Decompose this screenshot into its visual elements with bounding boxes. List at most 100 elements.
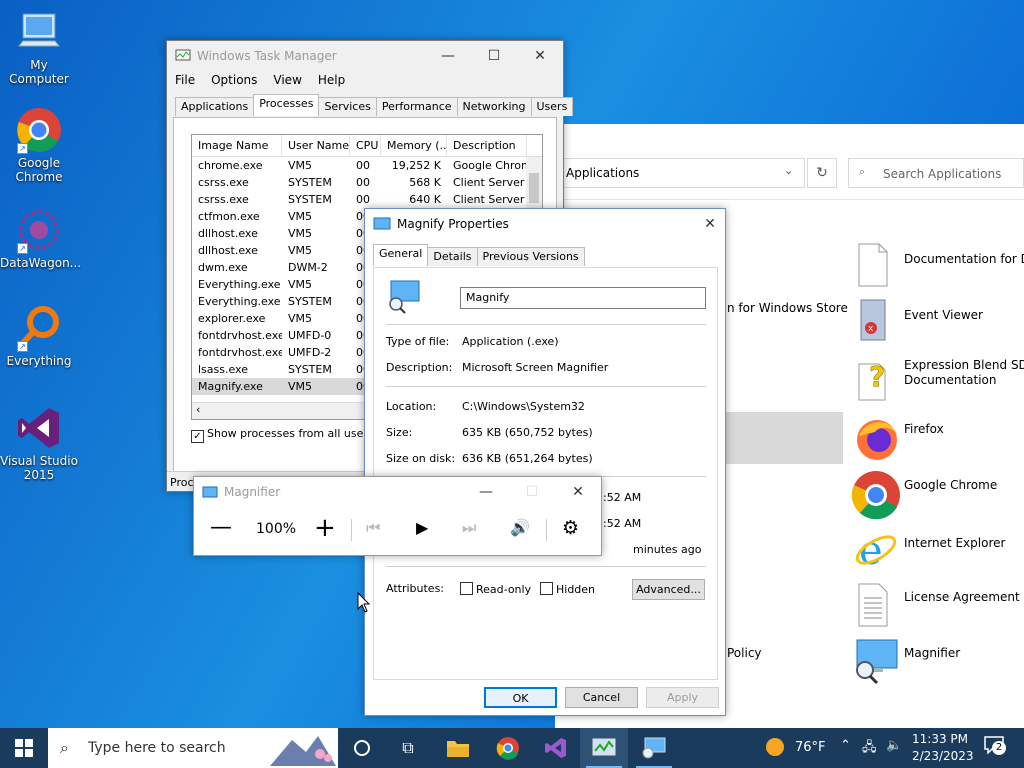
clock-time[interactable]: 11:33 PM: [912, 732, 968, 746]
start-button[interactable]: [0, 728, 48, 768]
address-bar[interactable]: Applications ⌄: [555, 158, 805, 188]
menu-view[interactable]: View: [273, 73, 301, 87]
minimize-button[interactable]: —: [463, 477, 509, 507]
shortcut-arrow-icon: ↗: [17, 143, 28, 154]
play-icon[interactable]: ▶: [416, 518, 428, 537]
column-user-name[interactable]: User Name: [282, 135, 350, 157]
weather-sun-icon[interactable]: [766, 738, 784, 756]
title-bar[interactable]: Magnifier — ☐ ✕: [194, 477, 601, 507]
created-time-value: :52 AM: [603, 491, 642, 504]
previous-icon[interactable]: ⏮: [366, 518, 380, 538]
clock-date[interactable]: 2/23/2023: [912, 749, 974, 763]
process-user-name: SYSTEM: [288, 363, 332, 376]
minimize-button[interactable]: —: [425, 41, 471, 71]
table-row[interactable]: csrss.exe SYSTEM 00 640 K Client Server R: [192, 191, 542, 208]
location-label: Location:: [386, 400, 437, 413]
zoom-in-button[interactable]: +: [314, 515, 336, 541]
maximize-button[interactable]: ☐: [509, 477, 555, 507]
tab-performance[interactable]: Performance: [375, 97, 458, 116]
list-item-label: Magnifier: [904, 646, 961, 660]
weather-temperature[interactable]: 76°F: [795, 740, 826, 755]
close-button[interactable]: ✕: [517, 41, 563, 71]
desktop-icon-label: Everything: [6, 354, 72, 368]
column-cpu[interactable]: CPU: [350, 135, 381, 157]
taskbar-task-manager[interactable]: [580, 728, 628, 768]
taskbar: ⌕ Type here to search ⧉ 76°F ⌃ 🖧 🔈 11:33…: [0, 728, 1024, 768]
taskbar-chrome[interactable]: [484, 728, 532, 768]
accessed-time-value: minutes ago: [633, 543, 702, 556]
tab-services[interactable]: Services: [318, 97, 377, 116]
title-bar[interactable]: Windows Task Manager — ☐ ✕: [167, 41, 563, 71]
notification-count-badge: 2: [992, 741, 1006, 755]
size-label: Size:: [386, 426, 413, 439]
table-row[interactable]: chrome.exe VM5 00 19,252 K Google Chrome: [192, 157, 542, 174]
column-image-name[interactable]: Image Name: [192, 135, 282, 157]
menu-file[interactable]: File: [175, 73, 195, 87]
checkbox-label: Read-only: [476, 583, 532, 596]
tab-processes[interactable]: Processes: [253, 94, 320, 116]
column-description[interactable]: Description: [447, 135, 527, 157]
list-item-partial[interactable]: Policy: [727, 646, 762, 660]
zoom-out-button[interactable]: —: [210, 517, 232, 539]
refresh-button[interactable]: ↻: [807, 158, 837, 188]
task-manager-icon: [175, 49, 191, 61]
hidden-checkbox[interactable]: Hidden: [540, 582, 595, 596]
scrollbar-thumb[interactable]: [529, 173, 539, 203]
file-name-value: Magnify: [466, 291, 510, 304]
folder-icon: [447, 741, 469, 757]
show-all-users-checkbox[interactable]: ✓ Show processes from all users: [191, 427, 374, 443]
checkbox[interactable]: [460, 582, 473, 595]
read-from-here-icon[interactable]: 🔊: [510, 518, 530, 537]
search-icon: ⌕: [60, 738, 69, 757]
tab-networking[interactable]: Networking: [456, 97, 532, 116]
read-only-checkbox[interactable]: Read-only: [460, 582, 531, 596]
volume-icon[interactable]: 🔈: [886, 738, 902, 753]
table-row[interactable]: csrss.exe SYSTEM 00 568 K Client Server R: [192, 174, 542, 191]
task-view-button[interactable]: ⧉: [384, 728, 432, 768]
desktop-icon-label: My Computer: [9, 58, 69, 86]
magnifier-icon: [202, 486, 218, 497]
taskbar-visual-studio[interactable]: [532, 728, 580, 768]
cortana-button[interactable]: [338, 728, 386, 768]
taskbar-file-explorer[interactable]: [434, 728, 482, 768]
list-item-label: Event Viewer: [904, 308, 983, 322]
checkbox[interactable]: [540, 582, 553, 595]
taskbar-search-box[interactable]: ⌕ Type here to search: [48, 728, 338, 768]
apply-button[interactable]: Apply: [646, 687, 719, 708]
network-icon[interactable]: 🖧: [862, 738, 877, 760]
scroll-left-icon[interactable]: ‹: [196, 403, 200, 416]
chevron-down-icon[interactable]: ⌄: [784, 164, 793, 177]
tab-previous-versions[interactable]: Previous Versions: [476, 247, 585, 266]
list-item-partial[interactable]: n for Windows Store: [727, 301, 848, 315]
checkbox-checked[interactable]: ✓: [191, 430, 204, 443]
settings-gear-icon[interactable]: ⚙: [562, 517, 579, 539]
file-name-input[interactable]: Magnify: [460, 287, 706, 309]
title-bar[interactable]: Magnify Properties ✕: [365, 209, 725, 239]
tab-users[interactable]: Users: [530, 97, 574, 116]
cancel-button[interactable]: Cancel: [565, 687, 638, 708]
close-button[interactable]: ✕: [695, 209, 725, 239]
tab-applications[interactable]: Applications: [175, 97, 255, 116]
desktop-icon-my-computer[interactable]: My Computer: [0, 8, 78, 86]
tab-general[interactable]: General: [373, 244, 429, 266]
tab-details[interactable]: Details: [427, 247, 478, 266]
column-memory[interactable]: Memory (...: [381, 135, 447, 157]
desktop-icon-datawagon[interactable]: ↗ DataWagon...: [0, 206, 81, 270]
desktop-icon-everything[interactable]: ↗ Everything: [0, 304, 78, 368]
search-input[interactable]: ⌕ Search Applications: [848, 158, 1024, 188]
ok-button[interactable]: OK: [484, 687, 557, 708]
process-user-name: SYSTEM: [288, 193, 332, 206]
notification-button[interactable]: 2: [984, 736, 1006, 758]
menu-options[interactable]: Options: [211, 73, 257, 87]
taskbar-magnifier[interactable]: [630, 728, 678, 768]
close-button[interactable]: ✕: [555, 477, 601, 507]
process-image-name: explorer.exe: [198, 312, 266, 325]
next-icon[interactable]: ⏭: [462, 518, 476, 538]
chevron-up-icon[interactable]: ⌃: [840, 738, 851, 753]
type-label: Type of file:: [386, 335, 450, 348]
maximize-button[interactable]: ☐: [471, 41, 517, 71]
menu-help[interactable]: Help: [318, 73, 345, 87]
advanced-button[interactable]: Advanced...: [632, 579, 705, 600]
desktop-icon-google-chrome[interactable]: ↗ Google Chrome: [0, 106, 78, 184]
desktop-icon-visual-studio[interactable]: Visual Studio 2015: [0, 404, 78, 482]
